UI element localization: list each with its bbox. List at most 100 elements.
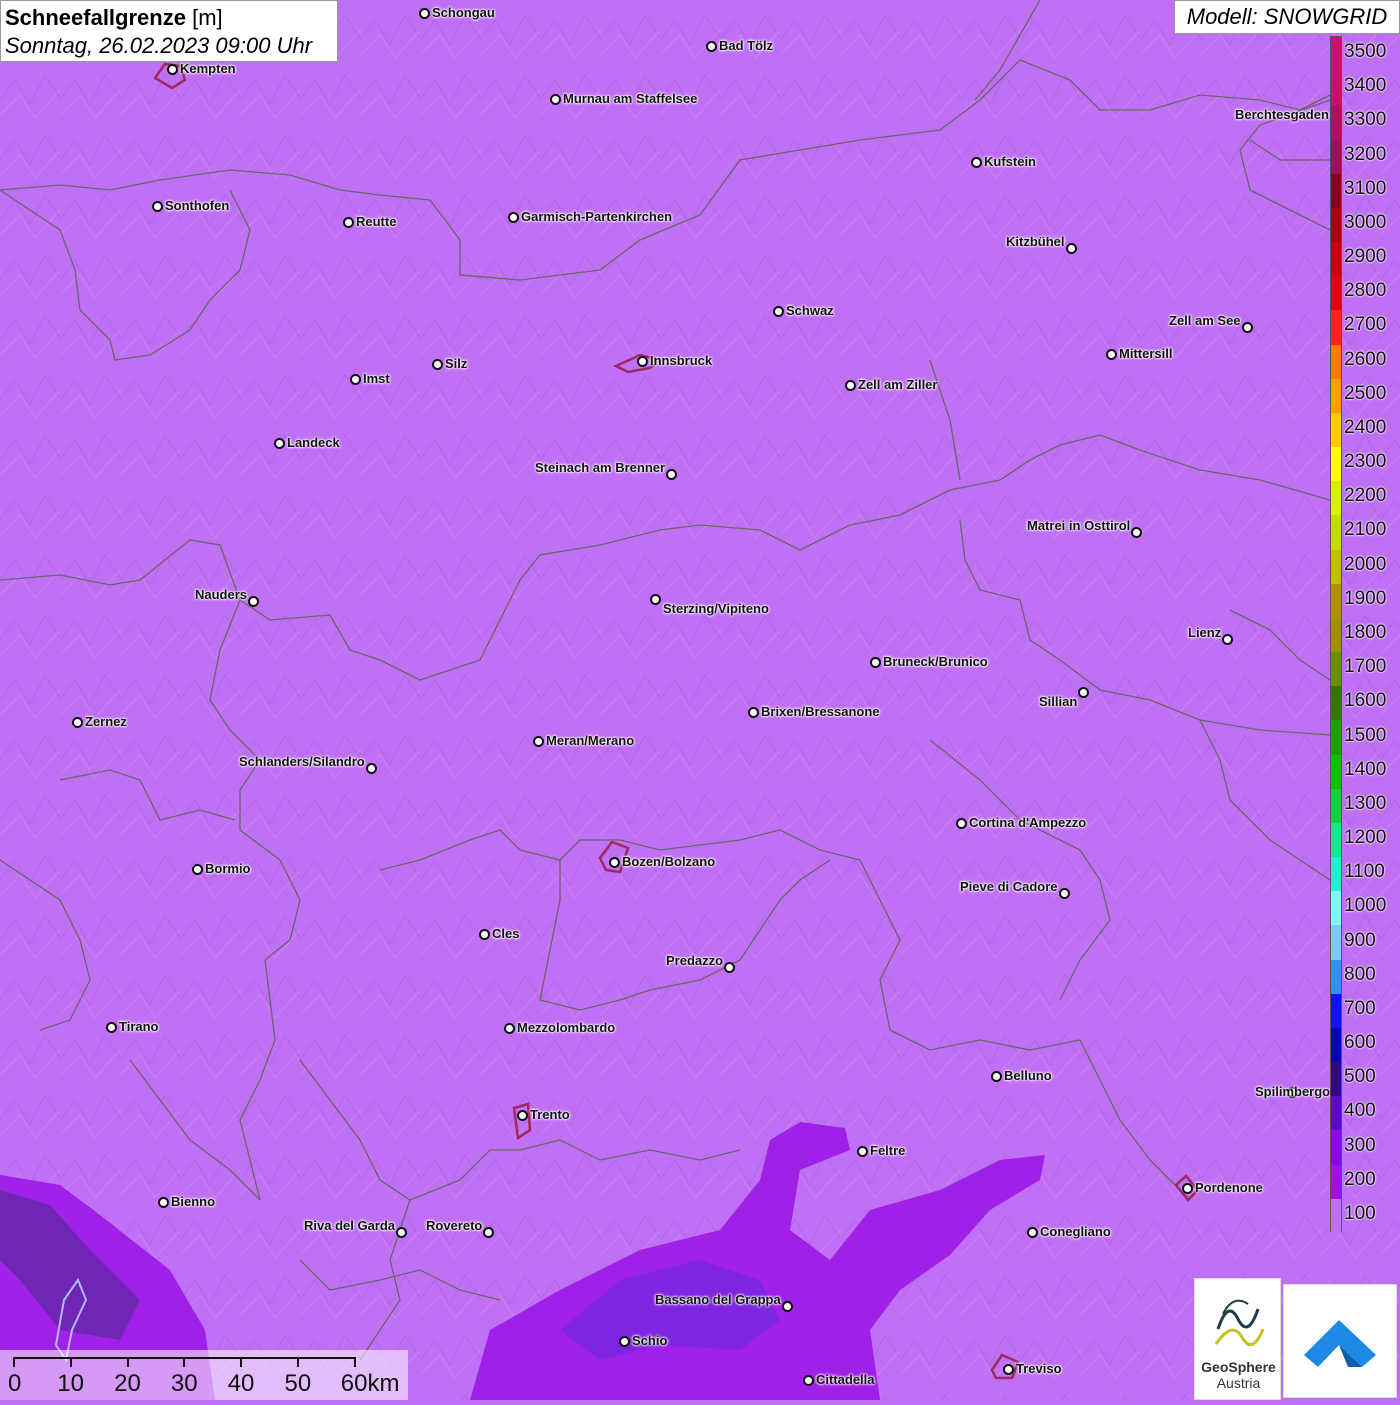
city-marker[interactable] xyxy=(366,763,377,774)
city-marker[interactable] xyxy=(1066,243,1077,254)
city-marker[interactable] xyxy=(533,736,544,747)
legend-value-label: 900 xyxy=(1344,929,1376,951)
city-marker[interactable] xyxy=(637,356,648,367)
city-marker[interactable] xyxy=(274,438,285,449)
city-marker[interactable] xyxy=(1242,322,1253,333)
city-marker[interactable] xyxy=(396,1227,407,1238)
city-label: Matrei in Osttirol xyxy=(1027,518,1131,533)
map-title-main: Schneefallgrenze xyxy=(5,5,186,30)
legend-value-label: 2700 xyxy=(1344,314,1387,336)
legend-color-step xyxy=(1331,1164,1341,1200)
city-marker[interactable] xyxy=(1078,687,1089,698)
city-marker[interactable] xyxy=(517,1110,528,1121)
scale-bar-tick xyxy=(297,1357,299,1367)
city-marker[interactable] xyxy=(192,864,203,875)
city-marker[interactable] xyxy=(609,857,620,868)
city-marker[interactable] xyxy=(724,962,735,973)
city-label: Imst xyxy=(363,371,390,386)
color-legend-bar xyxy=(1330,36,1342,1234)
city-label: Steinach am Brenner xyxy=(535,460,666,475)
city-marker[interactable] xyxy=(350,374,361,385)
city-marker[interactable] xyxy=(479,929,490,940)
legend-value-label: 2400 xyxy=(1344,416,1387,438)
legend-color-step xyxy=(1331,37,1341,72)
legend-value-label: 1000 xyxy=(1344,895,1387,917)
city-marker[interactable] xyxy=(508,212,519,223)
legend-color-step xyxy=(1331,1096,1341,1131)
city-label: Spilimbergo xyxy=(1255,1084,1331,1099)
city-marker[interactable] xyxy=(619,1336,630,1347)
app-logo[interactable] xyxy=(1283,1284,1397,1398)
geosphere-name: GeoSphere xyxy=(1201,1359,1276,1375)
city-marker[interactable] xyxy=(167,64,178,75)
legend-color-step xyxy=(1331,652,1341,687)
legend-color-step xyxy=(1331,515,1341,551)
scale-bar-tick xyxy=(69,1357,72,1367)
city-marker[interactable] xyxy=(971,157,982,168)
city-marker[interactable] xyxy=(956,818,967,829)
map-title: Schneefallgrenze [m] xyxy=(5,3,333,32)
city-marker[interactable] xyxy=(870,657,881,668)
city-marker[interactable] xyxy=(550,94,561,105)
city-marker[interactable] xyxy=(1003,1364,1014,1375)
city-marker[interactable] xyxy=(483,1227,494,1238)
city-marker[interactable] xyxy=(1106,349,1117,360)
city-marker[interactable] xyxy=(343,217,354,228)
city-marker[interactable] xyxy=(1059,888,1070,899)
legend-value-label: 2100 xyxy=(1344,519,1387,541)
city-label: Schwaz xyxy=(786,303,834,318)
city-marker[interactable] xyxy=(419,8,430,19)
city-marker[interactable] xyxy=(773,306,784,317)
legend-value-label: 3000 xyxy=(1344,211,1387,233)
city-marker[interactable] xyxy=(1027,1227,1038,1238)
map-datetime: Sonntag, 26.02.2023 09:00 Uhr xyxy=(5,33,313,58)
city-marker[interactable] xyxy=(666,469,677,480)
legend-color-step xyxy=(1331,207,1341,243)
city-marker[interactable] xyxy=(748,707,759,718)
city-label: Mittersill xyxy=(1119,346,1173,361)
city-marker[interactable] xyxy=(158,1197,169,1208)
city-label: Zernez xyxy=(85,714,127,729)
city-marker[interactable] xyxy=(1131,527,1142,538)
city-marker[interactable] xyxy=(504,1023,515,1034)
city-marker[interactable] xyxy=(106,1022,117,1033)
city-marker[interactable] xyxy=(845,380,856,391)
legend-color-step xyxy=(1331,754,1341,790)
legend-value-label: 500 xyxy=(1344,1066,1376,1088)
city-marker[interactable] xyxy=(857,1146,868,1157)
city-marker[interactable] xyxy=(803,1375,814,1386)
city-label: Murnau am Staffelsee xyxy=(563,91,698,106)
city-marker[interactable] xyxy=(1182,1183,1193,1194)
legend-value-label: 1500 xyxy=(1344,724,1387,746)
legend-color-step xyxy=(1331,583,1341,619)
city-label: Brixen/Bressanone xyxy=(761,704,880,719)
city-marker[interactable] xyxy=(72,717,83,728)
map-title-unit: [m] xyxy=(192,5,223,30)
legend-value-label: 1900 xyxy=(1344,587,1387,609)
legend-color-step xyxy=(1331,447,1341,482)
city-label: Garmisch-Partenkirchen xyxy=(521,209,673,224)
city-label: Bormio xyxy=(205,861,251,876)
city-marker[interactable] xyxy=(1222,634,1233,645)
city-marker[interactable] xyxy=(248,596,259,607)
city-label: Bassano del Grappa xyxy=(655,1292,781,1307)
city-label: Riva del Garda xyxy=(304,1218,396,1233)
geosphere-logo[interactable]: GeoSphere Austria xyxy=(1194,1278,1281,1400)
city-label: Sonthofen xyxy=(165,198,230,213)
city-marker[interactable] xyxy=(650,594,661,605)
legend-value-label: 400 xyxy=(1344,1100,1376,1122)
legend-value-label: 100 xyxy=(1344,1202,1376,1224)
legend-color-step xyxy=(1331,412,1341,448)
legend-value-label: 3400 xyxy=(1344,75,1387,97)
geosphere-emblem-icon xyxy=(1214,1299,1265,1347)
city-marker[interactable] xyxy=(152,201,163,212)
city-marker[interactable] xyxy=(432,359,443,370)
legend-color-step xyxy=(1331,242,1341,277)
city-marker[interactable] xyxy=(782,1301,793,1312)
city-marker[interactable] xyxy=(991,1071,1002,1082)
city-label: Treviso xyxy=(1016,1361,1062,1376)
legend-value-label: 1800 xyxy=(1344,622,1387,643)
city-label: Kitzbühel xyxy=(1006,234,1065,249)
city-marker[interactable] xyxy=(706,41,717,52)
legend-color-step xyxy=(1331,549,1341,585)
